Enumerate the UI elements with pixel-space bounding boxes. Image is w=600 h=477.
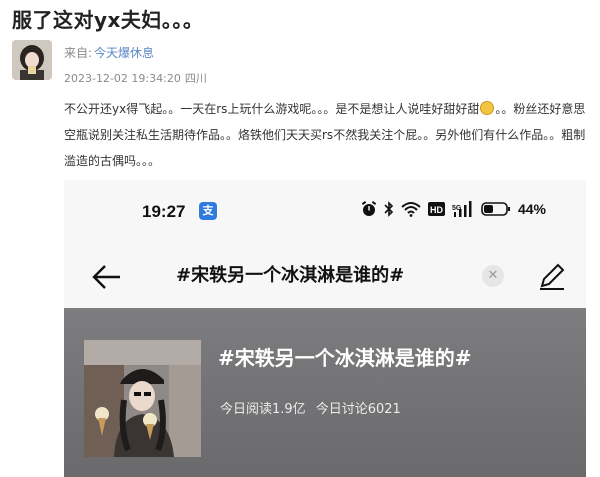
post-title: 服了这对yx夫妇。。。 [12, 8, 204, 32]
battery-level: 44% [517, 201, 546, 217]
embedded-screenshot: 19:27 支 HD 5G 44% #宋轶另一个冰淇淋是谁的# ✕ #宋轶另一个… [64, 180, 586, 477]
status-time: 19:27 [142, 202, 186, 221]
topic-thumbnail [84, 340, 201, 457]
topic-reads: 今日阅读1.9亿 [220, 402, 306, 417]
battery-icon [481, 202, 510, 216]
svg-text:HD: HD [430, 205, 443, 215]
signal-icon: 5G [452, 201, 472, 217]
back-arrow-icon[interactable] [90, 260, 124, 294]
clear-icon[interactable]: ✕ [482, 265, 504, 287]
avatar[interactable] [12, 40, 52, 80]
post-source: 来自: 今天爆休息 [64, 44, 154, 61]
topic-card[interactable]: #宋轶另一个冰淇淋是谁的# 今日阅读1.9亿 今日讨论6021 [64, 308, 586, 477]
status-bar: 19:27 支 HD 5G 44% [64, 180, 586, 244]
post-body: 不公开还yx得飞起。。一天在rs上玩什么游戏呢。。。是不是想让人说哇好甜好甜。。… [64, 96, 590, 174]
hd-icon: HD [427, 202, 445, 216]
emoji-face-icon [480, 101, 495, 115]
alarm-icon [361, 201, 377, 216]
post-location: 四川 [184, 72, 207, 85]
post-timestamp: 2023-12-02 19:34:20 [64, 72, 181, 85]
edit-pencil-icon[interactable] [536, 260, 568, 292]
topic-name: #宋轶另一个冰淇淋是谁的# [218, 346, 472, 370]
status-icons: HD 5G 44% [361, 201, 546, 217]
search-query[interactable]: #宋轶另一个冰淇淋是谁的# [176, 261, 404, 287]
from-label: 来自: [64, 46, 93, 60]
source-link[interactable]: 今天爆休息 [94, 46, 154, 60]
post-meta: 2023-12-02 19:34:20 四川 [64, 70, 207, 86]
bluetooth-icon [384, 201, 394, 217]
wifi-icon [401, 202, 421, 217]
topic-discussions: 今日讨论6021 [315, 402, 401, 417]
post-body-text-1: 不公开还yx得飞起。。一天在rs上玩什么游戏呢。。。是不是想让人说哇好甜好甜 [64, 102, 480, 116]
topic-stats: 今日阅读1.9亿 今日讨论6021 [220, 398, 401, 417]
alipay-app-icon: 支 [199, 202, 217, 220]
search-header: #宋轶另一个冰淇淋是谁的# ✕ [64, 244, 586, 308]
